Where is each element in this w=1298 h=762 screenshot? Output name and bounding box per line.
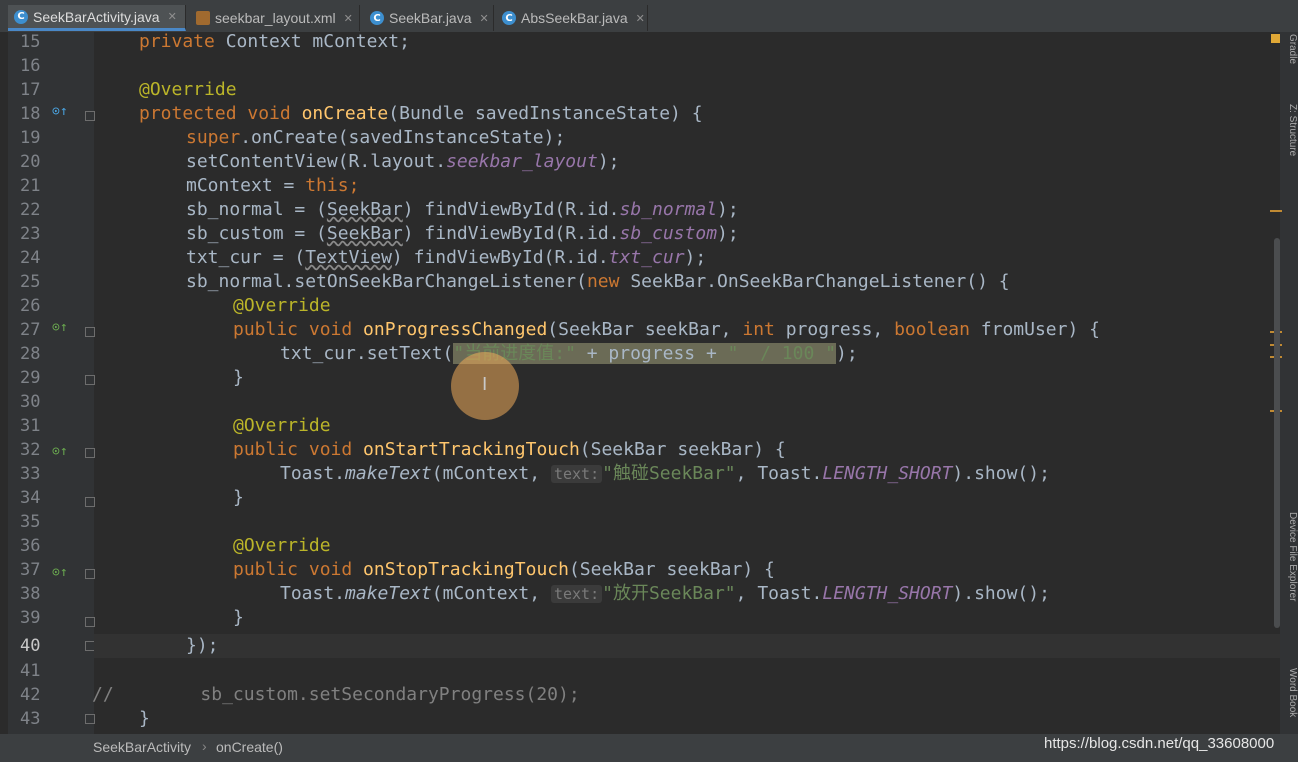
line-number: 42 [20,685,41,705]
tab-absseekbar-java[interactable]: C AbsSeekBar.java ✕ [496,5,648,31]
code-line-25: sb_normal.setOnSeekBarChangeListener(new… [186,271,1010,292]
line-number: 19 [20,128,41,148]
code-line-42: // sb_custom.setSecondaryProgress(20); [92,684,580,705]
line-number: 22 [20,200,41,220]
warning-marker[interactable] [1270,210,1282,212]
parameter-hint: text: [550,465,603,483]
implements-marker-icon[interactable]: ⊙↑ [52,565,68,580]
code-line-26: @Override [233,295,331,316]
gradle-panel-tab[interactable]: Gradle [1286,34,1298,74]
class-file-icon: C [14,9,28,24]
implements-marker-icon[interactable]: ⊙↑ [52,444,68,459]
line-number: 39 [20,608,41,628]
line-number: 35 [20,512,41,532]
implements-marker-icon[interactable]: ⊙↑ [52,320,68,335]
line-number: 26 [20,296,41,316]
breadcrumb-method[interactable]: onCreate() [216,739,283,755]
line-number: 41 [20,661,41,681]
line-number: 31 [20,416,41,436]
text-cursor-icon: I [482,374,488,395]
line-number: 30 [20,392,41,412]
close-icon[interactable]: ✕ [168,10,177,23]
line-number: 15 [20,32,41,52]
line-number: 28 [20,344,41,364]
code-line-23: sb_custom = (SeekBar) findViewById(R.id.… [186,223,739,244]
breadcrumb-bar: SeekBarActivity › onCreate() https://blo… [0,734,1298,762]
code-line-19: super.onCreate(savedInstanceState); [186,127,566,148]
code-line-27: public void onProgressChanged(SeekBar se… [233,319,1100,340]
code-line-37: public void onStopTrackingTouch(SeekBar … [233,559,775,580]
line-number: 17 [20,80,41,100]
structure-panel-tab[interactable]: Z: Structure [1286,104,1298,184]
breadcrumb-separator: › [202,738,207,754]
line-number-gutter[interactable]: 15 16 17 18 19 20 21 22 23 24 25 26 27 2… [8,32,95,734]
code-line-20: setContentView(R.layout.seekbar_layout); [186,151,620,172]
code-editor[interactable]: private Context mContext; @Override prot… [92,31,1280,734]
close-icon[interactable]: ✕ [344,12,353,25]
tab-label: seekbar_layout.xml [215,10,336,26]
parameter-hint: text: [550,585,603,603]
line-number: 43 [20,709,41,729]
class-file-icon: C [370,11,384,25]
line-number: 24 [20,248,41,268]
code-line-17: @Override [139,79,237,100]
line-number: 16 [20,56,41,76]
editor-tab-bar: C SeekBarActivity.java ✕ seekbar_layout.… [0,0,1298,33]
code-line-32: public void onStartTrackingTouch(SeekBar… [233,439,786,460]
code-line-39: } [233,607,244,628]
code-line-24: txt_cur = (TextView) findViewById(R.id.t… [186,247,707,268]
code-line-15: private Context mContext; [139,31,410,52]
code-line-34: } [233,487,244,508]
code-line-21: mContext = this; [186,175,360,196]
tab-seekbar-layout[interactable]: seekbar_layout.xml ✕ [190,5,360,31]
word-book-tab[interactable]: Word Book [1286,668,1298,734]
breadcrumb-class[interactable]: SeekBarActivity [93,739,191,755]
xml-file-icon [196,11,210,25]
code-line-31: @Override [233,415,331,436]
tab-seekbaractivity[interactable]: C SeekBarActivity.java ✕ [8,5,186,31]
line-number: 36 [20,536,41,556]
close-icon[interactable]: ✕ [636,12,645,25]
line-number: 25 [20,272,41,292]
code-line-36: @Override [233,535,331,556]
close-icon[interactable]: ✕ [480,12,489,25]
line-number: 29 [20,368,41,388]
tab-seekbar-java[interactable]: C SeekBar.java ✕ [364,5,494,31]
code-line-22: sb_normal = (SeekBar) findViewById(R.id.… [186,199,739,220]
line-number: 38 [20,584,41,604]
code-line-33: Toast.makeText(mContext, text: "触碰SeekBar… [280,463,1050,484]
watermark-url: https://blog.csdn.net/qq_33608000 [1044,735,1275,752]
line-number: 33 [20,464,41,484]
line-number: 34 [20,488,41,508]
tab-label: AbsSeekBar.java [521,10,628,26]
tab-label: SeekBarActivity.java [33,8,160,25]
line-number: 20 [20,152,41,172]
device-file-explorer-tab[interactable]: Device File Explorer [1286,512,1298,642]
inspection-status-icon[interactable] [1271,34,1280,43]
code-line-29: } [233,367,244,388]
code-line-43: } [139,708,150,729]
code-line-18: protected void onCreate(Bundle savedInst… [139,103,703,124]
line-number: 21 [20,176,41,196]
code-line-38: Toast.makeText(mContext, text: "放开SeekBar… [280,583,1050,604]
class-file-icon: C [502,11,516,25]
override-marker-icon[interactable]: ⊙↑ [52,104,68,119]
tab-label: SeekBar.java [389,10,472,26]
code-line-40: }); [186,635,219,656]
line-number: 23 [20,224,41,244]
code-line-28: txt_cur.setText("当前进度值:" + progress + " … [280,343,858,364]
line-number: 40 [20,636,41,656]
editor-scrollbar[interactable] [1274,238,1280,628]
